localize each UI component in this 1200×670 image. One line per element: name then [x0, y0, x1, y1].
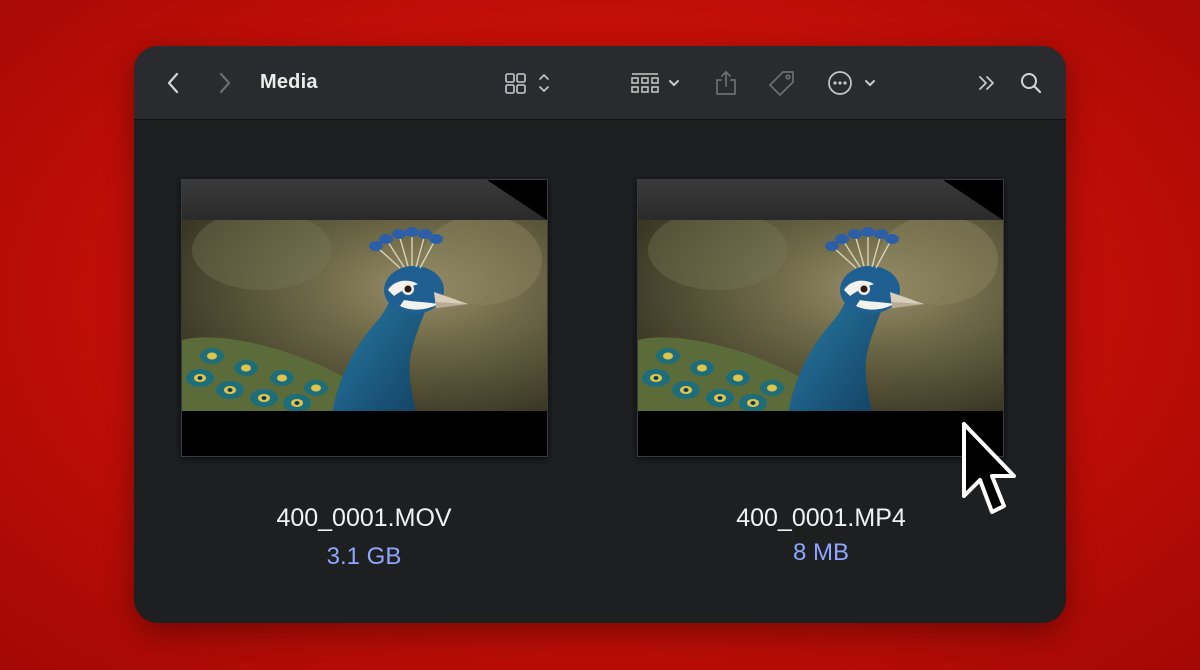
file-name[interactable]: 400_0001.MOV — [154, 504, 574, 533]
tag-button[interactable] — [764, 46, 800, 119]
video-thumbnail — [181, 179, 548, 457]
file-item[interactable] — [181, 179, 548, 457]
share-icon — [716, 70, 736, 95]
chevron-left-icon — [167, 72, 179, 93]
group-by-icon — [631, 72, 679, 93]
finder-window: Media 400_0001.MOV 3.1 GB 400_0001.MP4 8… — [134, 46, 1066, 623]
toolbar-overflow-button[interactable] — [972, 46, 1002, 119]
chevron-right-icon — [219, 72, 231, 93]
file-size: 3.1 GB — [326, 543, 402, 570]
video-thumbnail — [637, 179, 1004, 457]
double-chevron-right-icon — [979, 75, 994, 90]
ellipsis-circle-icon — [828, 70, 875, 95]
search-icon — [1021, 72, 1042, 93]
toolbar: Media — [134, 46, 1066, 120]
peacock-image — [638, 220, 1003, 413]
forward-button[interactable] — [210, 46, 240, 119]
search-button[interactable] — [1016, 46, 1046, 119]
view-mode-button[interactable] — [500, 46, 556, 119]
file-size: 8 MB — [792, 539, 849, 566]
file-item[interactable] — [637, 179, 1004, 457]
share-button[interactable] — [708, 46, 744, 119]
window-title: Media — [260, 71, 318, 93]
group-button[interactable] — [626, 46, 686, 119]
mouse-pointer-icon — [962, 422, 1016, 514]
peacock-image — [182, 220, 547, 413]
icon-grid-icon — [505, 72, 549, 94]
tag-icon — [769, 70, 794, 96]
more-actions-button[interactable] — [824, 46, 884, 119]
back-button[interactable] — [158, 46, 188, 119]
